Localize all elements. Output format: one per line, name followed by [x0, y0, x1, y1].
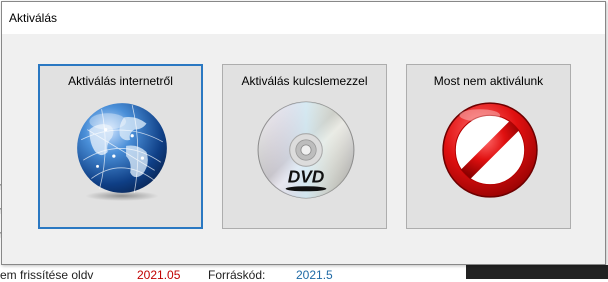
- dvd-disc-icon: DVD: [255, 99, 357, 201]
- activate-online-label: Aktiválás internetről: [68, 74, 173, 88]
- activate-keydisk-button[interactable]: Aktiválás kulcslemezzel DVD: [222, 64, 387, 229]
- activation-dialog: Aktiválás Aktiválás internetről Aktiválá…: [1, 1, 606, 265]
- activate-keydisk-label: Aktiválás kulcslemezzel: [241, 74, 368, 88]
- bg-source-label: Forráskód:: [208, 268, 266, 282]
- skip-activation-label: Most nem aktiválunk: [433, 74, 544, 88]
- no-entry-icon: [439, 99, 541, 201]
- globe-icon: [71, 99, 173, 201]
- bg-source-value: 2021.5: [296, 268, 333, 282]
- skip-activation-button[interactable]: Most nem aktiválunk: [406, 64, 571, 229]
- dialog-titlebar[interactable]: Aktiválás: [2, 2, 605, 34]
- bg-logo-strip: [466, 265, 608, 279]
- svg-text:DVD: DVD: [288, 167, 325, 187]
- bg-status-label: em frissítése oldv: [0, 268, 94, 282]
- activate-online-button[interactable]: Aktiválás internetről: [38, 64, 203, 229]
- bg-status-value: 2021.05: [137, 268, 181, 282]
- dialog-title: Aktiválás: [9, 11, 58, 25]
